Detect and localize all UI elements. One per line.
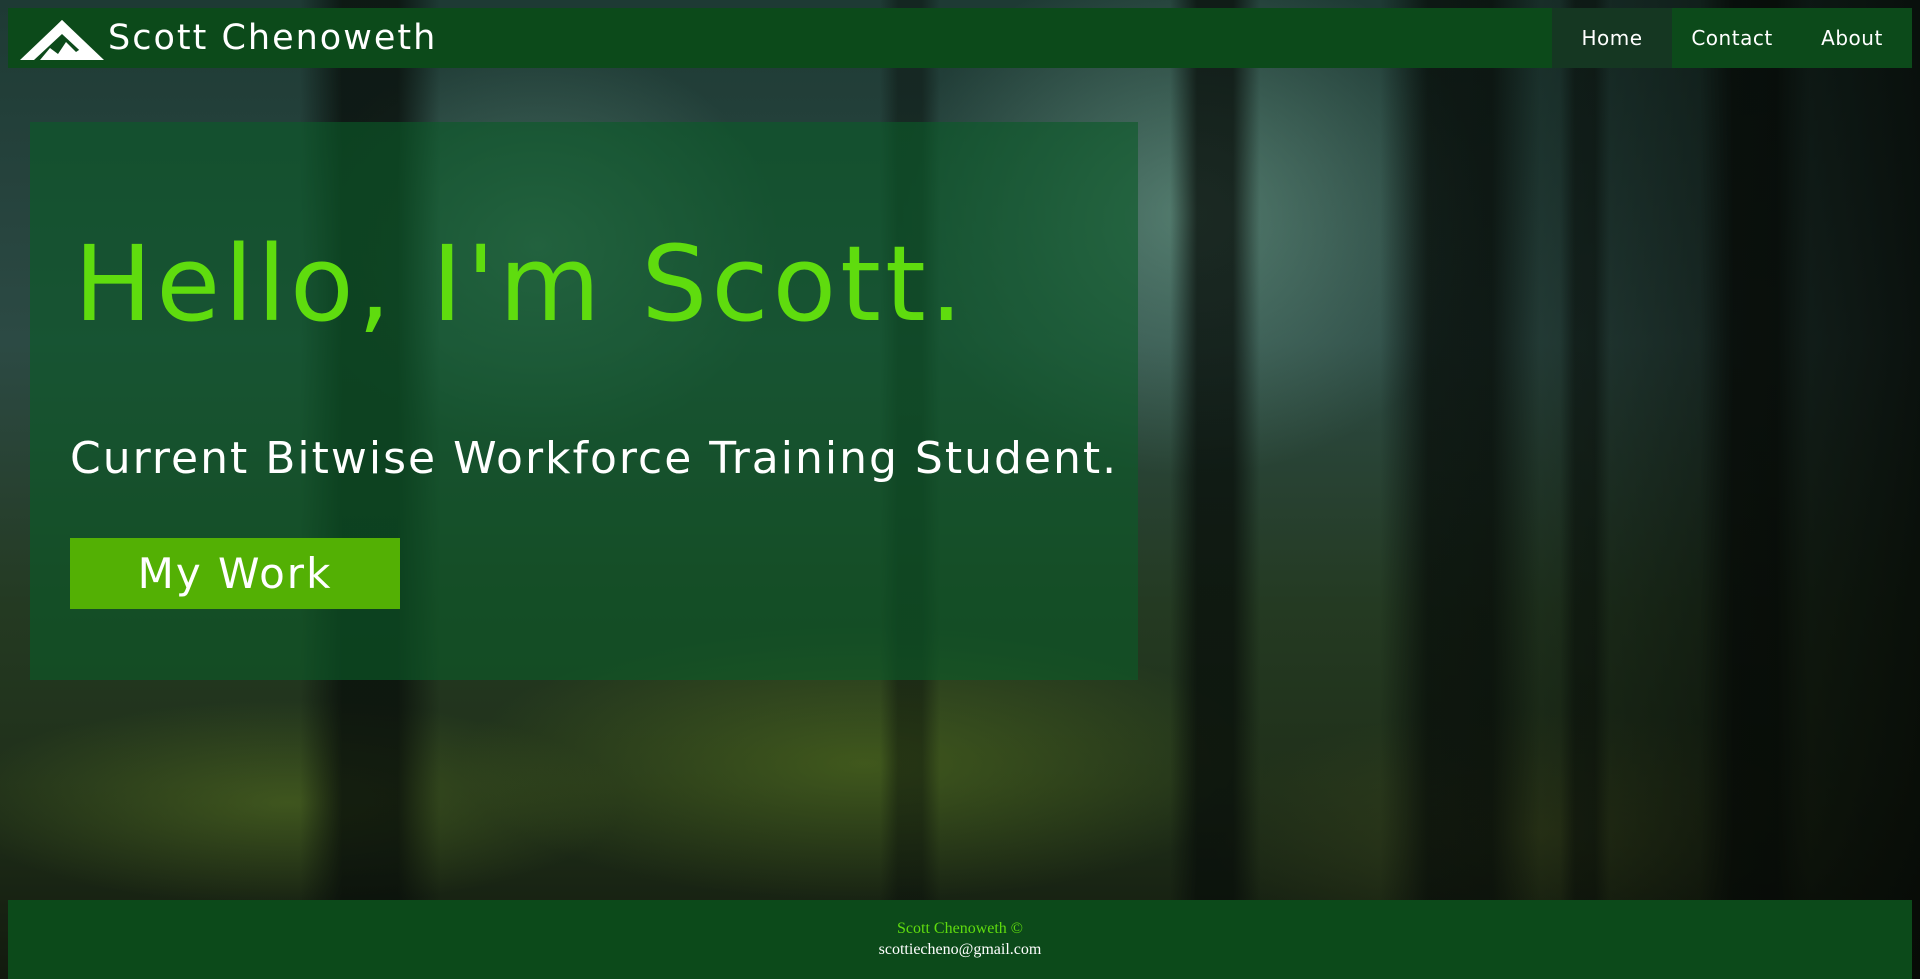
background-tree — [1170, 0, 1260, 979]
my-work-button[interactable]: My Work — [70, 538, 400, 609]
top-navbar: Scott Chenoweth Home Contact About — [8, 8, 1912, 68]
background-shade — [1400, 0, 1920, 979]
hero-panel: Hello, I'm Scott. Current Bitwise Workfo… — [30, 122, 1138, 680]
hero-subtitle: Current Bitwise Workforce Training Stude… — [70, 433, 1119, 484]
brand-name: Scott Chenoweth — [108, 18, 438, 58]
footer-email[interactable]: scottiecheno@gmail.com — [8, 939, 1912, 960]
nav-home[interactable]: Home — [1552, 8, 1672, 68]
nav-contact[interactable]: Contact — [1672, 8, 1792, 68]
mountain-icon — [20, 20, 104, 60]
page: Scott Chenoweth Home Contact About Hello… — [0, 0, 1920, 979]
hero-title: Hello, I'm Scott. — [74, 223, 967, 345]
footer: Scott Chenoweth © scottiecheno@gmail.com — [8, 900, 1912, 979]
footer-copyright: Scott Chenoweth © — [897, 920, 1023, 937]
nav-about[interactable]: About — [1792, 8, 1912, 68]
brand[interactable]: Scott Chenoweth — [8, 8, 437, 68]
main-nav: Home Contact About — [1552, 8, 1912, 68]
